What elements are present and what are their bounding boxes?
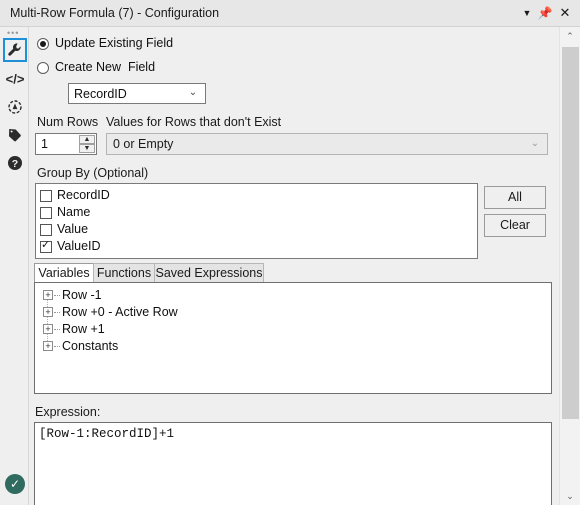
num-rows-value: 1 [41,137,48,151]
target-icon[interactable] [3,95,27,119]
group-by-label: Group By (Optional) [37,166,149,180]
checkbox[interactable] [40,224,52,236]
close-icon[interactable]: ✕ [556,4,574,22]
num-rows-stepper[interactable]: 1 ▲ ▼ [35,133,97,155]
checkbox-checked[interactable] [40,239,52,253]
help-icon[interactable]: ? [3,151,27,175]
stepper-up-icon[interactable]: ▲ [79,135,95,144]
stepper-down-icon[interactable]: ▼ [79,144,95,153]
group-by-field-list[interactable]: RecordID Name Value ValueID [35,183,478,259]
radio-label: Create New Field [55,60,156,74]
select-all-button[interactable]: All [484,186,546,209]
expression-value: [Row-1:RecordID]+1 [39,427,175,441]
tag-icon[interactable] [3,123,27,147]
wrench-icon[interactable] [3,38,27,62]
caret-down-icon[interactable]: ▼ [518,4,536,22]
values-for-missing-rows-label: Values for Rows that don't Exist [106,115,282,129]
tab-functions[interactable]: Functions [93,263,155,283]
list-item-label: ValueID [57,239,101,253]
drag-handle-dots[interactable]: ••• [7,29,23,38]
field-select-dropdown[interactable]: RecordID ⌄ [68,83,206,104]
tree-item-label: Constants [62,339,119,353]
scroll-down-icon[interactable]: ⌄ [560,487,580,505]
radio-label: Update Existing Field [55,36,174,50]
code-icon[interactable]: </> [3,67,27,91]
list-item-label: RecordID [57,188,110,202]
svg-text:</>: </> [6,72,24,87]
radio-mark [37,62,49,74]
values-select-value: 0 or Empty [113,137,174,151]
tree-item-label: Row -1 [62,288,102,302]
expression-tabs: Variables Functions Saved Expressions [34,263,554,283]
expand-icon[interactable]: + [43,341,53,351]
checkbox[interactable] [40,207,52,219]
stepper-buttons[interactable]: ▲ ▼ [79,135,95,153]
tree-item-label: Row +0 - Active Row [62,305,178,319]
list-item-label: Value [57,222,89,236]
vertical-scrollbar[interactable]: ⌃ ⌄ [559,27,580,505]
expand-icon[interactable]: + [43,324,53,334]
pin-icon[interactable]: 📌 [536,4,554,22]
field-select-value: RecordID [74,87,127,101]
tree-connector [54,329,60,330]
title-bar: Multi-Row Formula (7) - Configuration ▼ … [0,0,580,27]
expression-editor[interactable]: [Row-1:RecordID]+1 [34,422,552,505]
configuration-panel: Update Existing Field Create New Field R… [30,27,558,505]
check-icon: ✓ [9,477,21,491]
expression-label: Expression: [35,405,101,419]
chevron-down-icon: ⌄ [530,138,540,149]
chevron-down-icon: ⌄ [188,87,198,98]
tree-connector [54,312,60,313]
radio-mark-selected [37,38,49,50]
expand-icon[interactable]: + [43,290,53,300]
status-valid-badge: ✓ [5,474,25,494]
scroll-up-icon[interactable]: ⌃ [560,27,580,45]
tool-rail: ••• </> ? ✓ [0,27,29,505]
multi-row-formula-config-window: Multi-Row Formula (7) - Configuration ▼ … [0,0,580,505]
values-for-missing-rows-dropdown[interactable]: 0 or Empty ⌄ [106,133,548,155]
num-rows-label: Num Rows [37,115,99,129]
tab-variables[interactable]: Variables [34,263,94,283]
checkbox[interactable] [40,190,52,202]
tree-connector [54,346,60,347]
scrollbar-thumb[interactable] [562,47,579,419]
variables-tree[interactable]: + Row -1 + Row +0 - Active Row + Row +1 … [34,282,552,394]
tree-item-label: Row +1 [62,322,105,336]
tab-saved-expressions[interactable]: Saved Expressions [154,263,264,283]
tree-connector [54,295,60,296]
list-item-label: Name [57,205,91,219]
clear-selection-button[interactable]: Clear [484,214,546,237]
expand-icon[interactable]: + [43,307,53,317]
page-title: Multi-Row Formula (7) - Configuration [10,6,220,20]
svg-text:?: ? [12,158,18,170]
